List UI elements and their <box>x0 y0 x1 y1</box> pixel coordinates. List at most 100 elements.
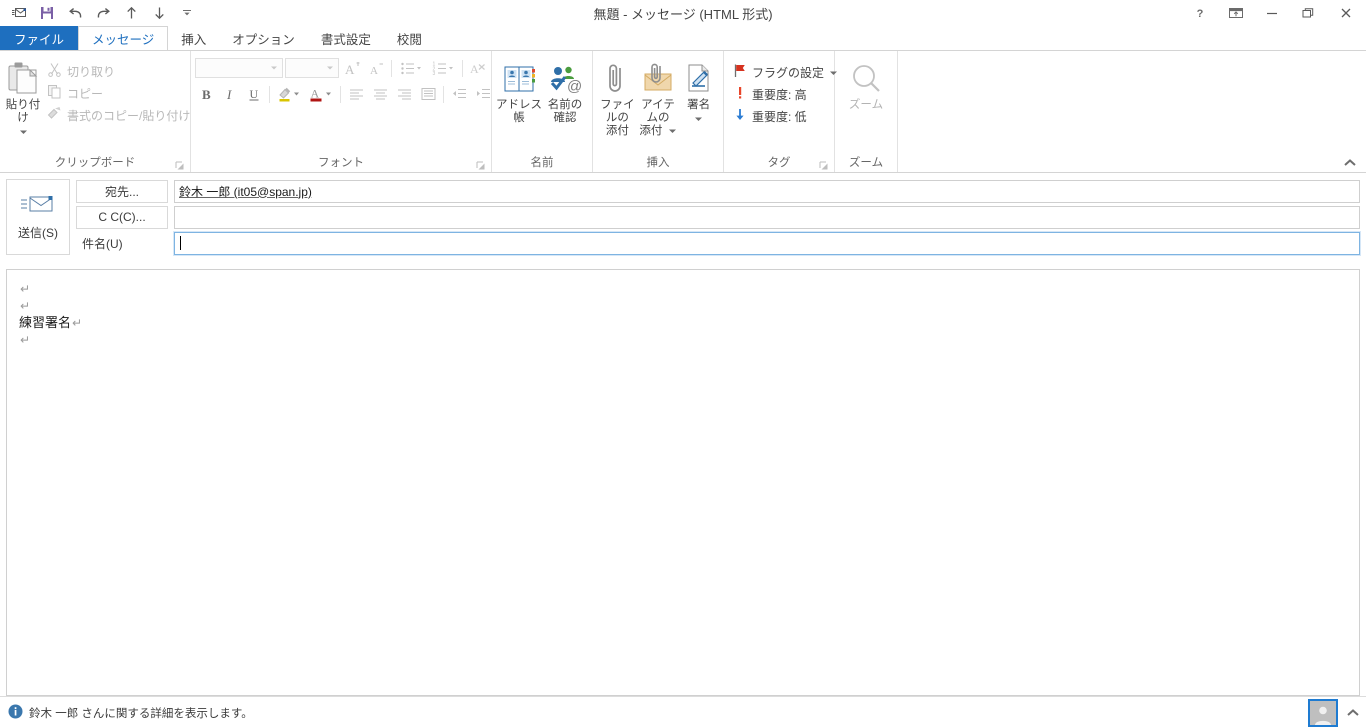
cut-label: 切り取り <box>67 64 116 79</box>
signature-button[interactable]: 署名 <box>678 56 719 125</box>
font-dialog-launcher-icon[interactable] <box>476 160 486 170</box>
zoom-group-title: ズーム <box>848 157 884 169</box>
subject-row: 件名(U) <box>76 230 1361 256</box>
minimize-button[interactable] <box>1254 0 1290 26</box>
tab-options[interactable]: オプション <box>219 26 308 50</box>
previous-item-icon[interactable] <box>118 1 144 25</box>
cc-button[interactable]: C C(C)... <box>76 205 168 229</box>
font-name-combobox[interactable] <box>195 58 283 78</box>
italic-icon[interactable]: I <box>219 84 241 105</box>
send-button[interactable]: 送信(S) <box>6 179 70 255</box>
contact-photo-avatar[interactable] <box>1308 698 1338 727</box>
undo-icon[interactable] <box>62 1 88 25</box>
high-importance-button[interactable]: 重要度: 高 <box>730 83 843 105</box>
next-item-icon[interactable] <box>146 1 172 25</box>
message-body[interactable]: ↵ ↵ 練習署名↵ ↵ <box>6 269 1360 696</box>
save-icon[interactable] <box>34 1 60 25</box>
address-book-icon <box>502 60 536 96</box>
bullets-icon[interactable] <box>396 58 426 79</box>
increase-indent-icon[interactable] <box>472 84 494 105</box>
signature-caret-icon[interactable] <box>694 111 703 125</box>
svg-text:@: @ <box>567 78 582 95</box>
to-button[interactable]: 宛先... <box>76 179 168 203</box>
align-center-icon[interactable] <box>369 84 391 105</box>
svg-text:A: A <box>370 65 378 76</box>
send-envelope-icon <box>21 193 55 218</box>
grow-font-icon[interactable]: A <box>341 58 363 79</box>
restore-button[interactable] <box>1290 0 1326 26</box>
high-importance-label: 重要度: 高 <box>752 87 807 102</box>
status-text: 鈴木 一郎 さんに関する詳細を表示します。 <box>29 707 253 720</box>
format-painter-label: 書式のコピー/貼り付け <box>67 108 191 123</box>
attach-file-label-line2: 添付 <box>605 125 629 137</box>
follow-up-button[interactable]: フラグの設定 <box>730 61 843 83</box>
ribbon-group-tags: フラグの設定 重要度: 高 重要度: 低 タグ <box>724 51 838 172</box>
underline-icon[interactable]: U <box>243 84 265 105</box>
send-button-label: 送信(S) <box>18 226 58 240</box>
font-color-icon[interactable]: A <box>306 84 336 105</box>
header-fields: 宛先... 鈴木 一郎 (it05@span.jp) C C(C)... 件名(… <box>76 179 1361 256</box>
close-button[interactable] <box>1326 0 1366 26</box>
redo-icon[interactable] <box>90 1 116 25</box>
tab-file[interactable]: ファイル <box>0 26 79 50</box>
clear-formatting-icon[interactable]: A <box>467 58 489 79</box>
bold-icon[interactable]: B <box>195 84 217 105</box>
font-group-title: フォント <box>318 157 364 169</box>
align-left-icon[interactable] <box>345 84 367 105</box>
help-button[interactable]: ? <box>1182 0 1218 26</box>
paste-label: 貼り付け <box>5 99 41 124</box>
tab-insert[interactable]: 挿入 <box>168 26 219 50</box>
svg-text:A: A <box>470 62 479 76</box>
svg-text:A: A <box>311 87 320 101</box>
quick-access-toolbar <box>6 0 200 26</box>
attach-item-caret-icon[interactable] <box>662 125 676 137</box>
tab-format-text[interactable]: 書式設定 <box>308 26 384 50</box>
subject-label: 件名(U) <box>82 236 123 251</box>
names-group-title: 名前 <box>530 157 554 169</box>
collapse-ribbon-icon[interactable] <box>1342 156 1358 170</box>
align-right-icon[interactable] <box>393 84 415 105</box>
low-importance-button[interactable]: 重要度: 低 <box>730 105 843 127</box>
ribbon: 貼り付け 切り取り コピー 書式のコピー/貼り付け クリップボード A A 1 … <box>0 50 1366 173</box>
customize-qat-icon[interactable] <box>174 1 200 25</box>
svg-text:B: B <box>202 87 211 102</box>
people-pane-controls <box>1308 698 1360 727</box>
check-names-button[interactable]: @ 名前の 確認 <box>542 56 588 125</box>
shrink-font-icon[interactable]: A <box>365 58 387 79</box>
attach-item-icon <box>641 60 675 96</box>
paste-button[interactable]: 貼り付け <box>4 56 42 138</box>
address-book-button[interactable]: アドレス帳 <box>496 56 542 125</box>
zoom-button[interactable]: ズーム <box>839 56 893 112</box>
ribbon-group-clipboard: 貼り付け 切り取り コピー 書式のコピー/貼り付け クリップボード <box>0 51 191 172</box>
tab-message[interactable]: メッセージ <box>78 26 169 50</box>
to-input[interactable]: 鈴木 一郎 (it05@span.jp) <box>174 179 1360 203</box>
window-controls: ? <box>1182 0 1366 26</box>
people-pane-expand-icon[interactable] <box>1346 706 1360 720</box>
cc-input[interactable] <box>174 205 1360 229</box>
font-size-combobox[interactable] <box>285 58 339 78</box>
send-receive-icon[interactable] <box>6 1 32 25</box>
numbering-icon[interactable]: 123 <box>428 58 458 79</box>
tab-review[interactable]: 校閲 <box>384 26 435 50</box>
attach-item-button[interactable]: アイテムの 添付 <box>638 56 679 138</box>
flag-icon <box>733 63 747 81</box>
info-icon <box>8 704 23 722</box>
text-highlight-color-icon[interactable] <box>274 84 304 105</box>
format-painter-icon <box>47 106 62 124</box>
svg-text:3: 3 <box>433 71 436 76</box>
attach-file-button[interactable]: ファイルの 添付 <box>597 56 638 138</box>
to-recipient: 鈴木 一郎 (it05@span.jp) <box>179 184 312 199</box>
clipboard-dialog-launcher-icon[interactable] <box>175 160 185 170</box>
tags-dialog-launcher-icon[interactable] <box>819 160 829 170</box>
ribbon-display-options-button[interactable] <box>1218 0 1254 26</box>
justify-icon[interactable] <box>417 84 439 105</box>
subject-input[interactable] <box>173 230 1361 256</box>
paste-caret-icon[interactable] <box>19 124 28 138</box>
attach-item-label-line1: アイテムの <box>641 99 675 124</box>
decrease-indent-icon[interactable] <box>448 84 470 105</box>
paste-icon <box>4 60 42 96</box>
ribbon-group-font: A A 123 A B I U A フォント <box>191 51 492 172</box>
copy-icon <box>47 84 62 102</box>
body-line: ↵ <box>19 331 1349 348</box>
clipboard-group-title: クリップボード <box>54 157 136 169</box>
